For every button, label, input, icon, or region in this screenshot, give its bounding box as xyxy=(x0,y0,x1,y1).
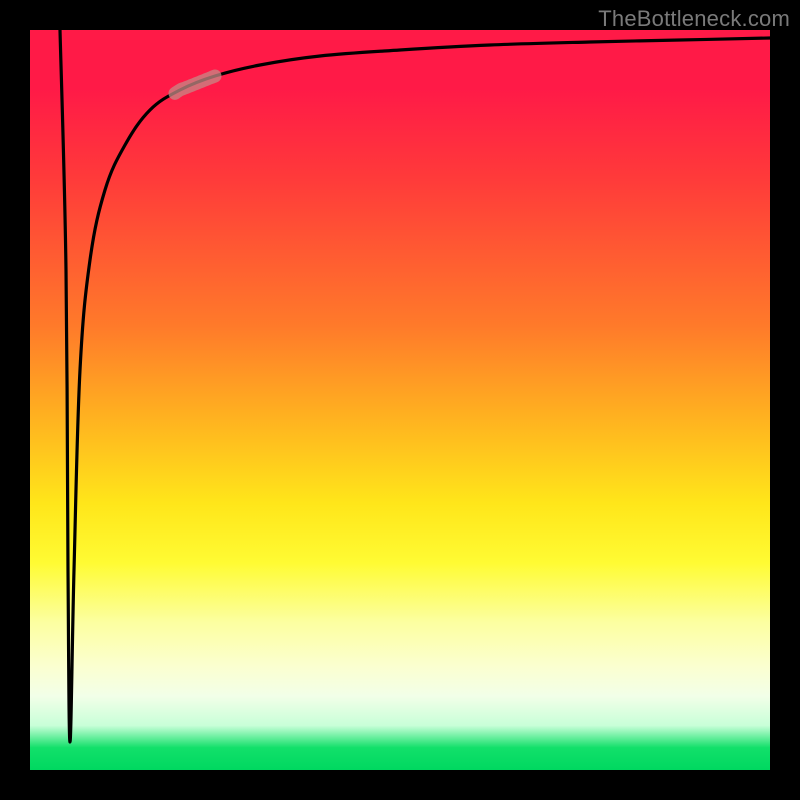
curve-highlight xyxy=(175,76,215,93)
bottleneck-curve xyxy=(60,30,770,742)
plot-area xyxy=(30,30,770,770)
curve-svg xyxy=(30,30,770,770)
watermark-text: TheBottleneck.com xyxy=(598,6,790,32)
chart-frame: TheBottleneck.com xyxy=(0,0,800,800)
